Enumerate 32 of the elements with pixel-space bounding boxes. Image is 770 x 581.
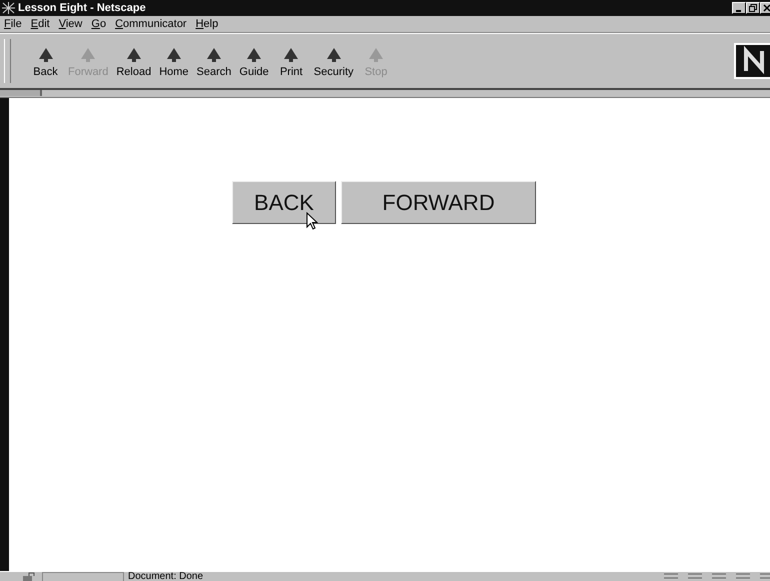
menu-item[interactable]: Edit <box>30 18 50 30</box>
menu-item[interactable]: Go <box>91 18 106 30</box>
menu-item[interactable]: Communicator <box>115 18 187 30</box>
toolbar-button[interactable]: Back <box>27 44 64 78</box>
app-icon <box>2 2 15 14</box>
page-button[interactable]: FORWARD <box>341 181 536 224</box>
toolbar-grip[interactable] <box>4 39 11 83</box>
lock-icon <box>22 572 36 581</box>
menu-item[interactable]: Help <box>196 18 218 30</box>
close-icon <box>763 4 770 12</box>
logo-icon <box>734 43 770 79</box>
status-icon[interactable] <box>662 572 680 581</box>
window-title: Lesson Eight - Netscape <box>18 2 146 14</box>
toolbar-button[interactable]: Reload <box>112 44 156 78</box>
status-icon[interactable] <box>686 572 704 581</box>
toolbar-button[interactable]: Guide <box>235 44 273 78</box>
menu-item[interactable]: View <box>58 18 82 30</box>
toolbar-button[interactable]: Security <box>310 44 358 78</box>
maximize-icon <box>749 4 757 12</box>
toolbar-button[interactable]: Print <box>272 44 310 78</box>
maximize-button[interactable] <box>746 2 760 14</box>
status-text: Document: Done <box>127 572 204 581</box>
page-button[interactable]: BACK <box>232 181 336 224</box>
toolbar-button[interactable]: Search <box>192 44 236 78</box>
menu-item[interactable]: File <box>4 18 22 30</box>
minimize-button[interactable] <box>732 2 746 14</box>
toolbar-button[interactable]: Home <box>155 44 193 78</box>
close-button[interactable] <box>760 2 770 14</box>
status-icon[interactable] <box>710 572 728 581</box>
location-tab[interactable] <box>0 90 42 96</box>
cursor-icon <box>306 212 318 230</box>
status-icon[interactable] <box>734 572 752 581</box>
